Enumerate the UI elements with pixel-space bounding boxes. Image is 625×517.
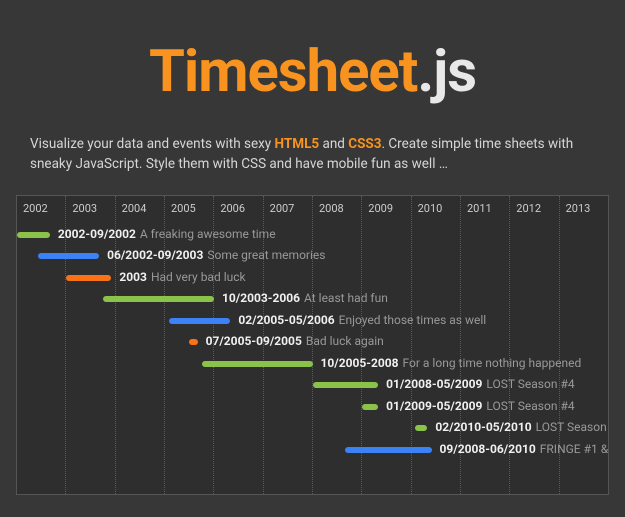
year-label: 2011 [461, 196, 509, 215]
event-desc: LOST Season #4 [486, 377, 574, 391]
event-desc: For a long time nothing happened [403, 356, 582, 370]
timeline: 2002200320042005200620072008200920102011… [16, 195, 609, 495]
event-row: 01/2008-05/2009 LOST Season #4 [17, 376, 608, 396]
year-label: 2013 [560, 196, 608, 215]
intro-hl-html5: HTML5 [275, 136, 320, 152]
event-bar [313, 382, 379, 388]
event-bar [362, 404, 378, 410]
year-label: 2010 [412, 196, 460, 215]
event-label: 2002-09/2002 A freaking awesome time [58, 227, 276, 241]
event-bar [345, 447, 431, 453]
intro-pre: Visualize your data and events with sexy [30, 136, 275, 152]
logo-ext: .js [417, 38, 476, 106]
event-bar [17, 232, 50, 238]
year-label: 2005 [165, 196, 213, 215]
event-date: 02/2010-05/2010 [435, 420, 531, 434]
year-label: 2002 [17, 196, 65, 215]
event-label: 02/2005-05/2006 Enjoyed those times as we… [238, 313, 486, 327]
event-bar [415, 425, 427, 431]
event-row: 10/2003-2006 At least had fun [17, 290, 608, 310]
event-label: 10/2005-2008 For a long time nothing happ… [321, 356, 582, 370]
intro-mid: and [319, 136, 348, 152]
event-date: 2002-09/2002 [58, 227, 136, 241]
event-label: 01/2008-05/2009 LOST Season #4 [386, 377, 574, 391]
event-bar [189, 339, 197, 345]
event-row: 07/2005-09/2005 Bad luck again [17, 333, 608, 353]
event-desc: A freaking awesome time [140, 227, 276, 241]
event-row: 09/2008-06/2010 FRINGE #1 & #2 [17, 441, 608, 461]
event-desc: Enjoyed those times as well [339, 313, 487, 327]
event-date: 07/2005-09/2005 [206, 334, 302, 348]
event-bar [66, 275, 111, 281]
year-label: 2006 [214, 196, 262, 215]
event-date: 01/2008-05/2009 [386, 377, 482, 391]
event-date: 09/2008-06/2010 [440, 442, 536, 456]
event-bar [169, 318, 231, 324]
year-label: 2003 [66, 196, 114, 215]
year-label: 2004 [116, 196, 164, 215]
event-row: 10/2005-2008 For a long time nothing happ… [17, 355, 608, 375]
event-desc: At least had fun [304, 291, 388, 305]
event-date: 01/2009-05/2009 [386, 399, 482, 413]
year-label: 2009 [362, 196, 410, 215]
event-label: 10/2003-2006 At least had fun [222, 291, 388, 305]
event-bar [202, 361, 313, 367]
event-date: 10/2003-2006 [222, 291, 300, 305]
logo-main: Timesheet [149, 38, 417, 106]
event-desc: LOST Season #4 [486, 399, 574, 413]
event-label: 06/2002-09/2003 Some great memories [107, 248, 325, 262]
event-desc: Had very bad luck [151, 270, 246, 284]
year-label: 2007 [264, 196, 312, 215]
event-date: 06/2002-09/2003 [107, 248, 203, 262]
event-row: 01/2009-05/2009 LOST Season #4 [17, 398, 608, 418]
event-date: 10/2005-2008 [321, 356, 399, 370]
intro-hl-css3: CSS3 [348, 136, 381, 152]
event-date: 2003 [119, 270, 147, 284]
event-row: 2002-09/2002 A freaking awesome time [17, 226, 608, 246]
event-label: 09/2008-06/2010 FRINGE #1 & #2 [440, 442, 609, 456]
intro-text: Visualize your data and events with sexy… [0, 134, 625, 195]
event-bar [103, 296, 214, 302]
event-label: 02/2010-05/2010 LOST Season #5 [435, 420, 609, 434]
year-label: 2012 [510, 196, 558, 215]
event-desc: Some great memories [207, 248, 325, 262]
timeline-events: 2002-09/2002 A freaking awesome time 06/20… [17, 226, 608, 463]
event-bar [38, 253, 100, 259]
event-row: 06/2002-09/2003 Some great memories [17, 247, 608, 267]
event-label: 07/2005-09/2005 Bad luck again [206, 334, 384, 348]
year-label: 2008 [313, 196, 361, 215]
event-label: 2003 Had very bad luck [119, 270, 245, 284]
event-row: 02/2005-05/2006 Enjoyed those times as we… [17, 312, 608, 332]
event-date: 02/2005-05/2006 [238, 313, 334, 327]
event-label: 01/2009-05/2009 LOST Season #4 [386, 399, 574, 413]
event-row: 02/2010-05/2010 LOST Season #5 [17, 419, 608, 439]
event-desc: FRINGE #1 & #2 [540, 442, 609, 456]
header: Timesheet.js [0, 0, 625, 134]
event-desc: LOST Season #5 [536, 420, 609, 434]
event-desc: Bad luck again [306, 334, 384, 348]
logo: Timesheet.js [0, 38, 625, 106]
event-row: 2003 Had very bad luck [17, 269, 608, 289]
